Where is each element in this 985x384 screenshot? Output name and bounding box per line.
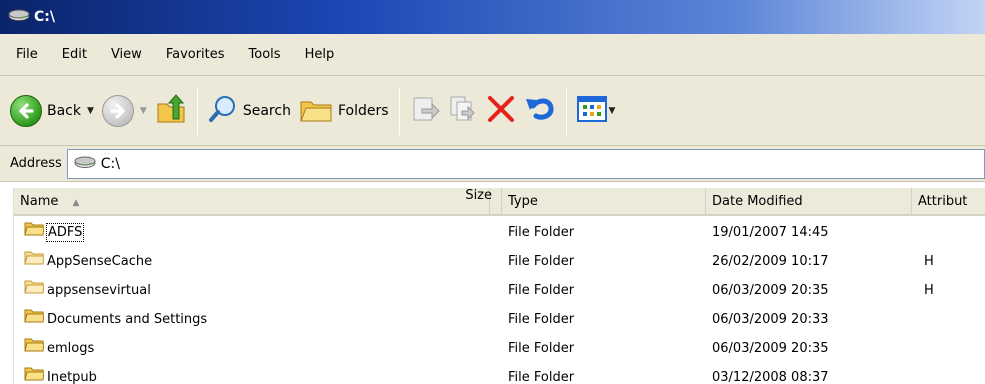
name-cell: emlogs [24,334,94,363]
back-button[interactable]: Back ▼ [6,86,98,136]
toolbar-separator [196,86,198,135]
forward-dropdown-icon[interactable]: ▼ [140,106,147,116]
folders-label: Folders [337,102,389,119]
undo-button[interactable] [520,86,560,136]
file-name: appsensevirtual [47,283,151,298]
forward-arrow-icon [101,94,134,127]
address-label: Address [10,156,62,171]
name-cell: ADFS [24,218,85,247]
file-name: Inetpub [47,370,97,384]
table-row[interactable]: Documents and Settings File Folder 06/03… [0,305,985,334]
menu-edit[interactable]: Edit [50,34,99,76]
menu-file[interactable]: File [4,34,50,76]
date-cell: 26/02/2009 10:17 [712,254,829,269]
table-row[interactable]: Inetpub File Folder 03/12/2008 08:37 [0,363,985,384]
sort-ascending-icon: ▲ [72,198,80,208]
column-header-date-modified[interactable]: Date Modified [706,188,912,216]
copy-to-button[interactable] [444,86,482,136]
move-to-icon [410,94,440,128]
type-cell: File Folder [508,283,575,298]
type-cell: File Folder [508,225,575,240]
folder-up-icon [155,93,187,129]
column-header-type[interactable]: Type [502,188,706,216]
column-date-label: Date Modified [712,194,803,209]
back-dropdown-icon[interactable]: ▼ [87,106,94,116]
date-cell: 06/03/2009 20:35 [712,341,829,356]
date-cell: 06/03/2009 20:33 [712,312,829,327]
address-bar: Address C:\ [0,146,985,182]
folder-icon [24,247,45,276]
column-name-label: Name [20,194,59,209]
table-row[interactable]: AppSenseCache File Folder 26/02/2009 10:… [0,247,985,276]
menu-bar: File Edit View Favorites Tools Help [0,34,985,76]
file-list: ADFS File Folder 19/01/2007 14:45 AppSen… [0,218,985,384]
folder-icon [24,334,45,363]
search-label: Search [242,102,291,119]
column-attributes-label: Attribut [918,194,968,209]
column-header-row: Name ▲ Type Date Modified Attribut Size [0,188,985,216]
views-dropdown-icon[interactable]: ▼ [609,106,616,116]
window-title: C:\ [34,9,55,25]
undo-icon [524,94,556,128]
toolbar-separator [565,86,567,135]
menu-favorites[interactable]: Favorites [154,34,237,76]
delete-x-icon [486,94,516,128]
folders-icon [299,94,333,128]
views-button[interactable]: ▼ [573,86,620,136]
forward-button[interactable]: ▼ [98,86,151,136]
name-cell: appsensevirtual [24,276,151,305]
magnifier-icon [208,94,238,128]
views-icon [576,95,607,127]
menu-tools[interactable]: Tools [237,34,293,76]
drive-icon [8,8,30,26]
drive-icon [74,155,96,173]
back-label: Back [47,102,81,119]
menu-view[interactable]: View [99,34,154,76]
move-to-button[interactable] [406,86,444,136]
file-name: ADFS [45,223,85,242]
back-arrow-icon [10,94,42,127]
toolbar-separator [398,86,400,135]
title-bar: C:\ [0,0,985,34]
folder-icon [24,305,45,334]
column-type-label: Type [508,194,538,209]
file-name: AppSenseCache [47,254,153,269]
menu-help[interactable]: Help [293,34,347,76]
standard-toolbar: Back ▼ ▼ Search Folders ▼ [0,76,985,146]
copy-to-icon [448,94,478,128]
name-cell: AppSenseCache [24,247,152,276]
table-row[interactable]: appsensevirtual File Folder 06/03/2009 2… [0,276,985,305]
column-header-name[interactable]: Name ▲ [14,188,490,216]
table-row[interactable]: ADFS File Folder 19/01/2007 14:45 [0,218,985,247]
file-name: emlogs [47,341,95,356]
date-cell: 06/03/2009 20:35 [712,283,829,298]
folder-icon [24,363,45,384]
name-cell: Documents and Settings [24,305,207,334]
type-cell: File Folder [508,341,575,356]
attributes-cell: H [924,283,934,298]
folder-icon [24,218,45,247]
column-header-size[interactable]: Size [465,188,492,203]
type-cell: File Folder [508,312,575,327]
table-row[interactable]: emlogs File Folder 06/03/2009 20:35 [0,334,985,363]
type-cell: File Folder [508,370,575,384]
delete-button[interactable] [482,86,520,136]
column-header-attributes[interactable]: Attribut [912,188,985,216]
type-cell: File Folder [508,254,575,269]
name-cell: Inetpub [24,363,97,384]
attributes-cell: H [924,254,934,269]
folders-button[interactable]: Folders [295,86,393,136]
file-name: Documents and Settings [47,312,208,327]
date-cell: 03/12/2008 08:37 [712,370,829,384]
address-input[interactable]: C:\ [66,148,985,179]
folder-icon [24,276,45,305]
up-button[interactable] [151,86,191,136]
address-value: C:\ [100,155,120,172]
date-cell: 19/01/2007 14:45 [712,225,829,240]
search-button[interactable]: Search [204,86,295,136]
